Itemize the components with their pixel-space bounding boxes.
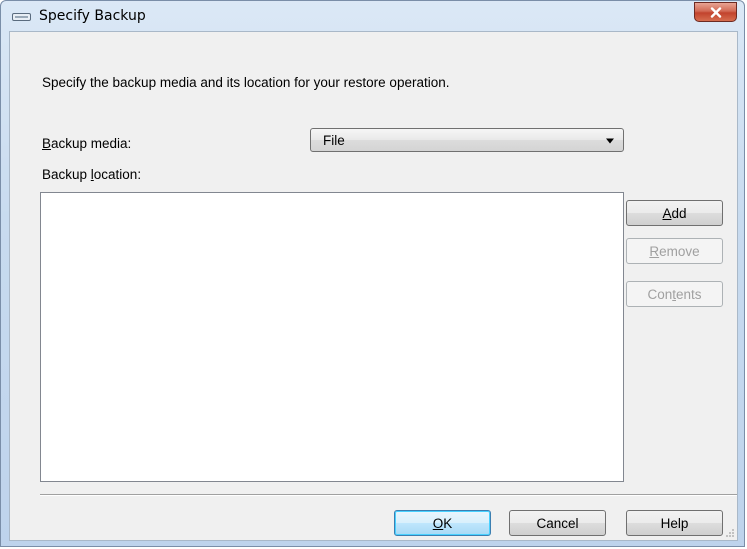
- contents-button[interactable]: Con t ents: [626, 281, 723, 307]
- instruction-text: Specify the backup media and its locatio…: [42, 75, 450, 90]
- backup-location-label: Backup location:: [42, 167, 142, 182]
- backup-media-selected-value: File: [323, 133, 345, 148]
- help-button[interactable]: Help: [626, 510, 723, 536]
- dialog-body: Specify the backup media and its locatio…: [9, 31, 738, 541]
- close-button[interactable]: [694, 2, 737, 22]
- specify-backup-window: Specify Backup Specify the backup media …: [0, 0, 745, 547]
- window-title: Specify Backup: [39, 8, 146, 24]
- add-button[interactable]: Add: [626, 200, 723, 226]
- close-icon: [710, 6, 721, 18]
- remove-button[interactable]: Remove: [626, 238, 723, 264]
- tape-drive-icon: [12, 13, 31, 21]
- backup-location-list[interactable]: [40, 192, 624, 482]
- backup-media-label: Backup media:: [42, 136, 132, 151]
- footer-separator: [40, 494, 737, 496]
- chevron-down-icon: [606, 138, 614, 144]
- resize-grip-icon[interactable]: [725, 528, 735, 538]
- title-bar[interactable]: Specify Backup: [1, 1, 744, 31]
- backup-media-dropdown[interactable]: File: [310, 128, 624, 152]
- cancel-button[interactable]: Cancel: [509, 510, 606, 536]
- ok-button[interactable]: OK: [394, 510, 491, 536]
